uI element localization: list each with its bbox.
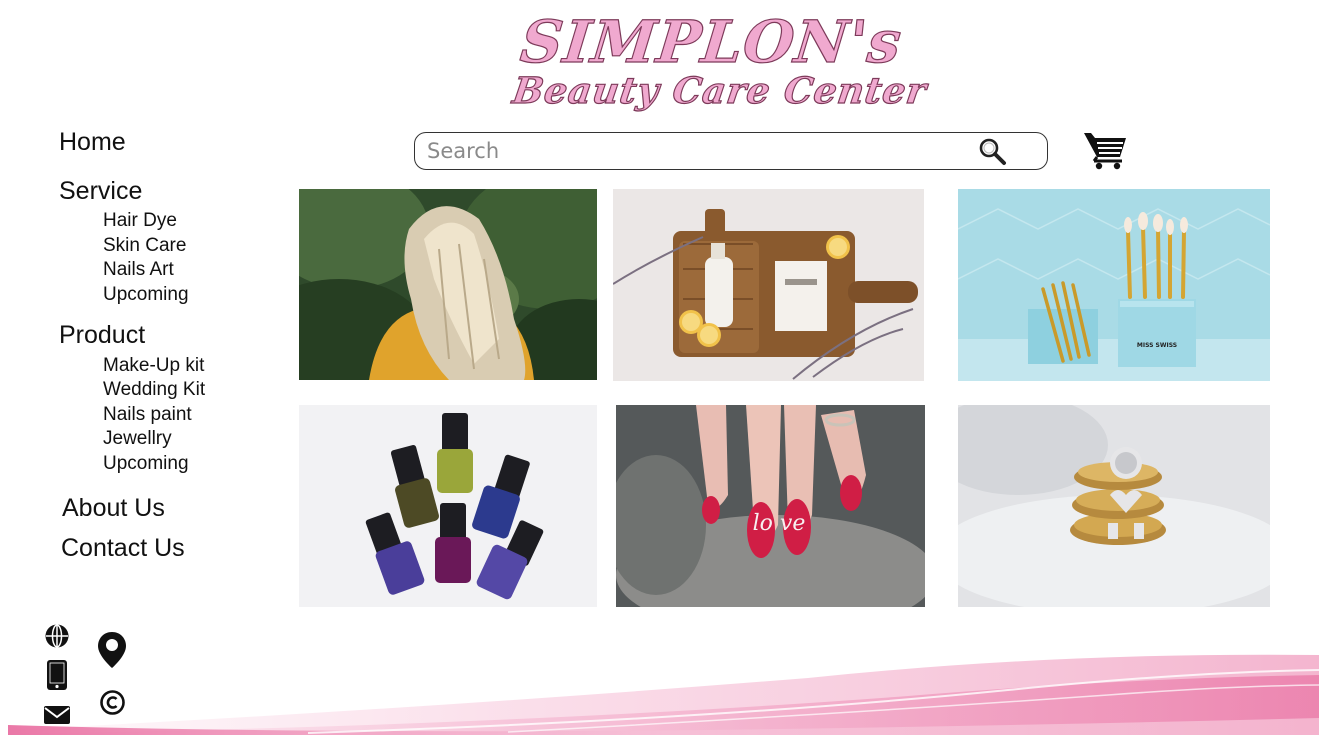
gallery-tile-hair[interactable] bbox=[299, 189, 597, 380]
nav-home[interactable]: Home bbox=[59, 128, 126, 157]
brand-tagline: Beauty Care Center bbox=[509, 69, 930, 112]
gallery-tile-brushes[interactable]: MISS SWISS bbox=[958, 189, 1270, 381]
love-nail-art-photo: lo ve bbox=[616, 405, 925, 607]
decorative-pink-wave bbox=[8, 654, 1319, 735]
nav-service-nails-art[interactable]: Nails Art bbox=[103, 259, 174, 281]
makeup-brush-set-photo: MISS SWISS bbox=[958, 189, 1270, 381]
nav-contact-us[interactable]: Contact Us bbox=[61, 534, 185, 563]
nav-service-hair-dye[interactable]: Hair Dye bbox=[103, 210, 177, 232]
brush-box-label: MISS SWISS bbox=[1137, 342, 1177, 349]
nail-polish-bottles-photo bbox=[299, 405, 597, 607]
nav-service-skin-care[interactable]: Skin Care bbox=[103, 235, 186, 257]
brand-logo[interactable]: SIMPLON's Beauty Care Center bbox=[505, 4, 930, 126]
brand-name: SIMPLON's bbox=[517, 7, 906, 76]
skincare-board-photo bbox=[613, 189, 924, 381]
nail-art-text: lo ve bbox=[753, 511, 806, 536]
nav-product-upcoming[interactable]: Upcoming bbox=[103, 453, 189, 475]
nav-about-us[interactable]: About Us bbox=[62, 494, 165, 523]
search-input[interactable] bbox=[427, 137, 967, 165]
nav-product[interactable]: Product bbox=[59, 321, 145, 350]
nav-product-nails-paint[interactable]: Nails paint bbox=[103, 404, 192, 426]
nav-product-jewellry[interactable]: Jewellry bbox=[103, 428, 172, 450]
blonde-hair-photo bbox=[299, 189, 597, 380]
gold-rings-photo bbox=[958, 405, 1270, 607]
search-icon[interactable] bbox=[977, 136, 1009, 168]
nav-service-upcoming[interactable]: Upcoming bbox=[103, 284, 189, 306]
gallery-tile-nail-art[interactable]: lo ve bbox=[616, 405, 925, 607]
gallery-tile-rings[interactable] bbox=[958, 405, 1270, 607]
nav-service[interactable]: Service bbox=[59, 177, 142, 206]
gallery-tile-skincare[interactable] bbox=[613, 189, 924, 381]
nav-product-wedding-kit[interactable]: Wedding Kit bbox=[103, 379, 205, 401]
search-bar bbox=[414, 132, 1048, 170]
cart-icon[interactable] bbox=[1082, 130, 1128, 170]
nav-product-makeup-kit[interactable]: Make-Up kit bbox=[103, 355, 204, 377]
gallery-tile-nail-polish[interactable] bbox=[299, 405, 597, 607]
